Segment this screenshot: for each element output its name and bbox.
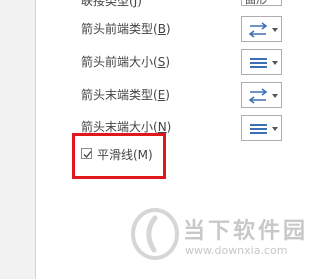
- begin-arrow-type-dropdown[interactable]: [241, 16, 282, 42]
- watermark-logo-icon: [131, 208, 179, 260]
- watermark-name: 当下软件园: [183, 219, 309, 244]
- end-arrow-size-dropdown[interactable]: [241, 115, 282, 141]
- end-arrow-size-label: 箭头末端大小(N): [81, 120, 172, 134]
- begin-arrow-size-label: 箭头前端大小(S): [81, 55, 170, 69]
- arrow-style-icon: [248, 22, 278, 38]
- arrow-size-icon: [250, 124, 278, 134]
- end-arrow-type-label: 箭头末端类型(E): [81, 88, 170, 102]
- chevron-down-icon: [272, 127, 278, 131]
- connector-type-label: 联接类型(J): [81, 0, 142, 8]
- connector-type-dropdown[interactable]: 曲形: [241, 0, 282, 6]
- chevron-down-icon: [272, 61, 278, 65]
- highlight-box: [72, 133, 166, 179]
- arrow-size-icon: [250, 58, 278, 68]
- chevron-down-icon: [272, 94, 278, 98]
- watermark-url: www.downxia.com: [185, 244, 288, 257]
- end-arrow-type-dropdown[interactable]: [241, 82, 282, 108]
- arrow-style-icon: [248, 88, 278, 104]
- left-panel-edge: [0, 0, 36, 279]
- begin-arrow-size-dropdown[interactable]: [241, 49, 282, 75]
- chevron-down-icon: [272, 28, 278, 32]
- begin-arrow-type-label: 箭头前端类型(B): [81, 22, 171, 36]
